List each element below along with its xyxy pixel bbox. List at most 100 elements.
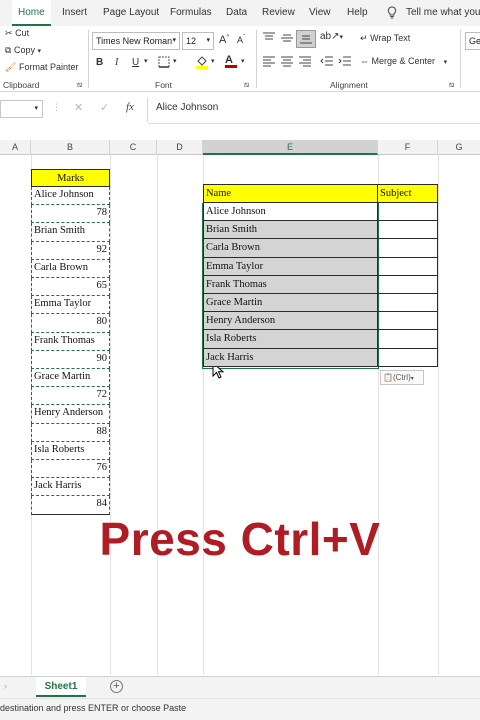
marks-header-cell[interactable]: Marks [31,169,110,187]
add-sheet-button[interactable]: + [110,680,123,693]
pasted-name-cell[interactable]: Carla Brown [203,239,378,258]
marks-name-cell[interactable]: Grace Martin [31,369,110,388]
tab-view[interactable]: View [309,0,331,26]
marks-value-cell[interactable]: 80 [31,314,110,333]
scroll-left-icon[interactable]: › [4,681,7,691]
wrap-text-button[interactable]: ↵ Wrap Text [360,33,410,44]
number-format-select[interactable]: Ger [465,32,480,50]
column-header-g[interactable]: G [438,140,480,155]
subject-cell[interactable] [377,239,438,258]
borders-button[interactable] [158,56,170,70]
pasted-name-cell[interactable]: Grace Martin [203,294,378,313]
column-header-b[interactable]: B [31,140,110,155]
subject-cell[interactable] [377,275,438,294]
italic-button[interactable]: I [115,57,118,68]
grow-font-button[interactable]: A^ [219,34,229,46]
tab-help[interactable]: Help [347,0,368,26]
tab-data[interactable]: Data [226,0,247,26]
align-top-button[interactable] [262,32,276,46]
marks-value-cell[interactable]: 88 [31,423,110,442]
merge-center-button[interactable]: ⇔ Merge & Center ▾ [360,56,447,66]
subject-header-cell[interactable]: Subject [377,184,438,203]
orientation-button[interactable]: ab↗▾ [320,31,343,42]
underline-button[interactable]: U [132,57,139,68]
tab-insert[interactable]: Insert [62,0,87,26]
name-box[interactable]: ▾ [0,100,43,118]
subject-cell[interactable] [377,330,438,349]
column-header-d[interactable]: D [157,140,203,155]
name-header-cell[interactable]: Name [203,184,378,203]
worksheet-grid[interactable]: Marks Alice Johnson 78 Brian Smith 92 Carla … [0,155,480,675]
chevron-down-icon[interactable]: ▾ [144,57,148,65]
subject-cell[interactable] [377,294,438,313]
marks-name-cell[interactable]: Carla Brown [31,259,110,278]
marks-name-cell[interactable]: Emma Taylor [31,296,110,315]
align-left-button[interactable] [262,55,276,69]
column-header-e[interactable]: E [203,140,378,155]
formula-input[interactable]: Alice Johnson [156,102,218,113]
paste-options-button[interactable]: 📋(Ctrl)▾ [380,370,424,385]
font-color-button[interactable]: A [225,54,237,68]
marks-name-cell[interactable]: Henry Anderson [31,405,110,424]
column-header-c[interactable]: C [110,140,157,155]
dialog-launcher-icon[interactable]: ⧅ [449,80,454,90]
marks-name-cell[interactable]: Isla Roberts [31,441,110,460]
column-header-f[interactable]: F [378,140,438,155]
subject-cell[interactable] [377,257,438,276]
divider [88,30,89,88]
cancel-icon[interactable]: ✕ [74,101,83,114]
format-painter-button[interactable]: 🖌 Format Painter [5,62,78,73]
column-header-a[interactable]: A [0,140,31,155]
align-right-button[interactable] [298,55,312,69]
pasted-name-cell[interactable]: Jack Harris [203,348,378,367]
dialog-launcher-icon[interactable]: ⧅ [77,80,82,90]
tab-review[interactable]: Review [262,0,295,26]
copy-button[interactable]: ⧉ Copy ▾ [5,45,41,56]
marks-name-cell[interactable]: Brian Smith [31,223,110,242]
bold-button[interactable]: B [96,57,103,68]
subject-cell[interactable] [377,348,438,367]
pasted-name-cell[interactable]: Brian Smith [203,221,378,240]
paintbrush-icon: 🖌 [5,62,17,72]
tab-home[interactable]: Home [12,0,51,26]
font-name-select[interactable]: Times New Roman ▾ [92,32,180,50]
marks-name-cell[interactable]: Alice Johnson [31,187,110,206]
chevron-down-icon: ▾ [443,59,448,66]
marks-value-cell[interactable]: 90 [31,350,110,369]
pasted-name-cell[interactable]: Frank Thomas [203,275,378,294]
subject-cell[interactable] [377,221,438,240]
font-size-select[interactable]: 12 ▾ [182,32,214,50]
tab-formulas[interactable]: Formulas [170,0,212,26]
marks-value-cell[interactable]: 72 [31,387,110,406]
align-middle-button[interactable] [280,32,294,46]
tab-page-layout[interactable]: Page Layout [103,0,159,26]
align-center-button[interactable] [280,55,294,69]
marks-value-cell[interactable]: 65 [31,278,110,297]
fill-color-button[interactable] [195,54,209,71]
pasted-name-cell[interactable]: Alice Johnson [203,203,378,222]
pasted-name-cell[interactable]: Emma Taylor [203,257,378,276]
align-bottom-button[interactable] [296,30,316,48]
cut-button[interactable]: ✂ Cut [5,28,29,39]
marks-name-cell[interactable]: Jack Harris [31,478,110,497]
subject-cell[interactable] [377,203,438,222]
dialog-launcher-icon[interactable]: ⧅ [244,80,249,90]
tell-me-search[interactable]: Tell me what you w [406,0,480,26]
marks-value-cell[interactable]: 76 [31,460,110,479]
marks-name-cell[interactable]: Frank Thomas [31,332,110,351]
enter-check-icon[interactable]: ✓ [100,101,109,114]
increase-indent-button[interactable] [338,55,352,69]
chevron-down-icon[interactable]: ▾ [241,57,245,65]
decrease-indent-button[interactable] [320,55,334,69]
marks-value-cell[interactable]: 78 [31,205,110,224]
chevron-down-icon[interactable]: ▾ [211,57,215,65]
marks-value-text: 80 [96,316,108,328]
chevron-down-icon[interactable]: ▾ [173,57,177,65]
pasted-name-cell[interactable]: Isla Roberts [203,330,378,349]
sheet-tab-sheet1[interactable]: Sheet1 [36,677,86,697]
pasted-name-cell[interactable]: Henry Anderson [203,312,378,331]
subject-cell[interactable] [377,312,438,331]
shrink-font-button[interactable]: Aˇ [237,35,245,45]
marks-value-cell[interactable]: 92 [31,241,110,260]
insert-function-button[interactable]: fx [126,101,134,113]
